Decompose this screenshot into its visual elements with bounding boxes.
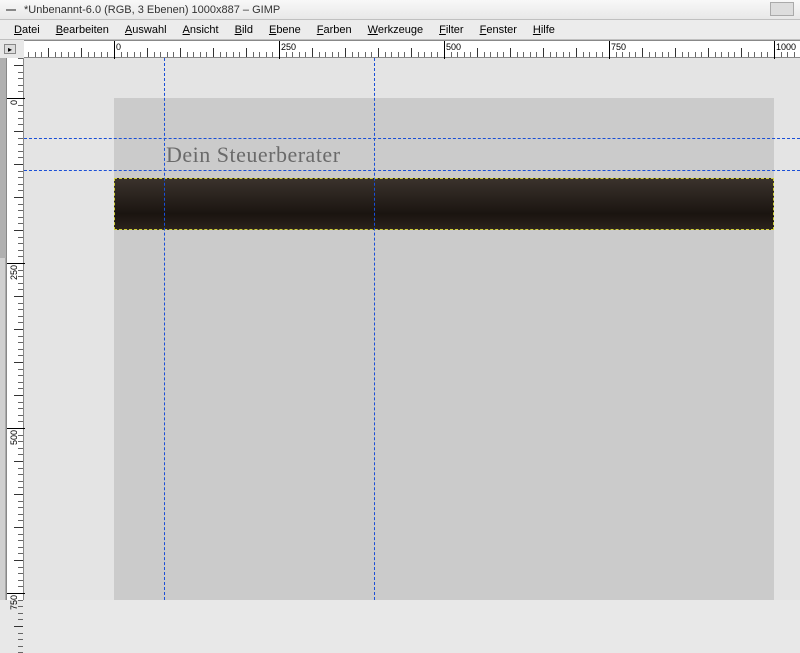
menu-werkzeuge[interactable]: Werkzeuge xyxy=(362,22,429,38)
window-controls xyxy=(764,0,800,18)
guide-vertical[interactable] xyxy=(374,58,375,600)
menu-ansicht[interactable]: Ansicht xyxy=(177,22,225,38)
menubar: Datei Bearbeiten Auswahl Ansicht Bild Eb… xyxy=(0,20,800,40)
menu-ebene[interactable]: Ebene xyxy=(263,22,307,38)
menu-bild[interactable]: Bild xyxy=(229,22,259,38)
ruler-horizontal[interactable]: 02505007501000 xyxy=(24,40,800,58)
menu-farben[interactable]: Farben xyxy=(311,22,358,38)
menu-hilfe[interactable]: Hilfe xyxy=(527,22,561,38)
menu-bearbeiten[interactable]: Bearbeiten xyxy=(50,22,115,38)
minimize-button[interactable] xyxy=(770,2,794,16)
menu-fenster[interactable]: Fenster xyxy=(474,22,523,38)
menu-filter[interactable]: Filter xyxy=(433,22,469,38)
image-canvas[interactable]: Dein Steuerberater xyxy=(114,98,774,600)
canvas-viewport[interactable]: Dein Steuerberater xyxy=(24,58,800,600)
window-title: *Unbenannt-6.0 (RGB, 3 Ebenen) 1000x887 … xyxy=(24,4,280,16)
guide-horizontal[interactable] xyxy=(24,170,800,171)
heading-layer-text: Dein Steuerberater xyxy=(166,142,341,168)
menu-datei[interactable]: Datei xyxy=(8,22,46,38)
ruler-vertical[interactable]: 0250500750 xyxy=(6,58,24,600)
guide-horizontal[interactable] xyxy=(24,138,800,139)
guide-vertical[interactable] xyxy=(164,58,165,600)
menu-auswahl[interactable]: Auswahl xyxy=(119,22,173,38)
app-icon xyxy=(6,9,16,11)
titlebar: *Unbenannt-6.0 (RGB, 3 Ebenen) 1000x887 … xyxy=(0,0,800,20)
ruler-toggle-icon[interactable]: ▸ xyxy=(4,44,16,54)
selected-layer-bar[interactable] xyxy=(114,178,774,230)
